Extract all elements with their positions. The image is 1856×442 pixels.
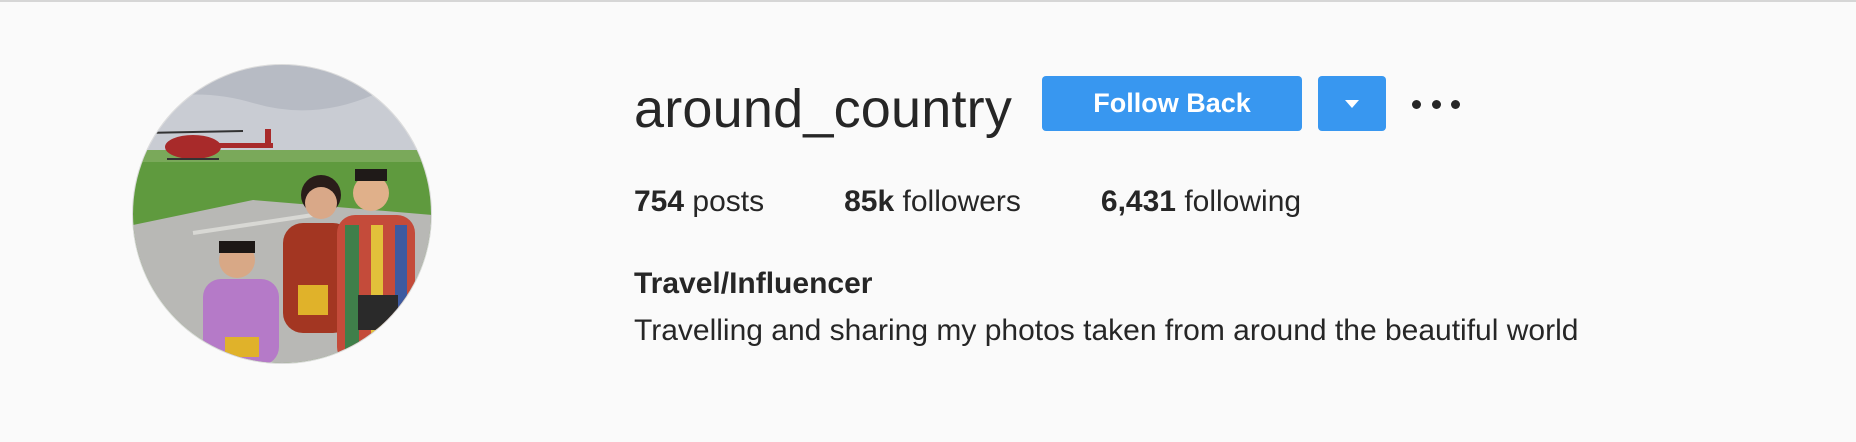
top-divider [0, 0, 1856, 2]
followers-label: followers [902, 185, 1021, 218]
followers-count: 85k [844, 185, 895, 218]
posts-count: 754 [634, 185, 685, 218]
stat-followers[interactable]: 85k followers [844, 182, 1021, 222]
follow-back-button[interactable]: Follow Back [1042, 76, 1302, 131]
suggested-dropdown-button[interactable] [1318, 76, 1386, 131]
posts-label: posts [692, 185, 765, 218]
bio-category: Travel/Influencer [634, 267, 873, 300]
follow-back-label: Follow Back [1093, 88, 1251, 118]
avatar-photo [133, 65, 431, 363]
stat-following[interactable]: 6,431 following [1101, 182, 1301, 222]
following-label: following [1184, 185, 1302, 218]
following-count: 6,431 [1100, 185, 1176, 218]
profile-avatar[interactable] [132, 64, 432, 364]
caret-down-icon [1345, 99, 1359, 108]
bio-text: Travelling and sharing my photos taken f… [634, 314, 1579, 347]
more-options-icon [1412, 99, 1421, 109]
profile-stats: 754 posts 85k followers 6,431 following [634, 182, 1301, 222]
stat-posts: 754 posts [634, 182, 764, 222]
profile-username: around_country [634, 79, 1013, 139]
more-options-button[interactable] [1412, 90, 1460, 118]
